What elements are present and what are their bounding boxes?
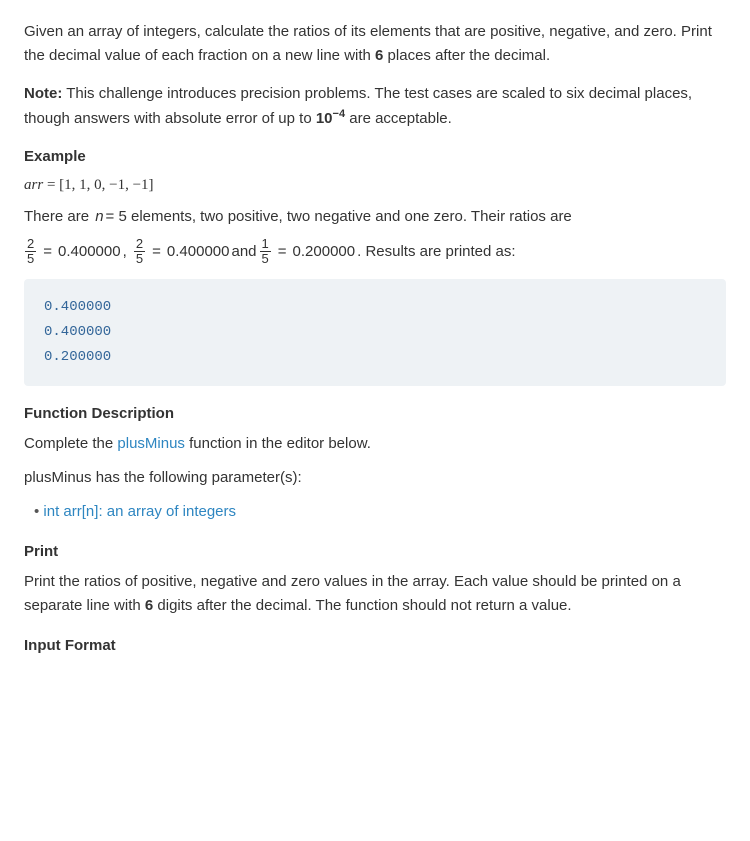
intro-text-part1: Given an array of integers, calculate th…	[24, 23, 712, 64]
print-title: Print	[24, 540, 726, 564]
frac2-den: 5	[134, 252, 145, 266]
equals-1: =	[43, 240, 52, 264]
print-text-part2: digits after the decimal. The function s…	[153, 597, 571, 614]
fractions-line: 2 5 = 0.400000, 2 5 = 0.400000 and 1 5 =…	[24, 237, 726, 267]
arr-label: arr	[24, 177, 43, 193]
code-line-3: 0.200000	[44, 345, 706, 370]
superscript-base: 10	[316, 110, 333, 127]
print-section: Print Print the ratios of positive, nega…	[24, 540, 726, 618]
fraction-2: 2 5	[134, 237, 145, 267]
superscript-exp: −4	[333, 108, 346, 120]
note-superscript: 10−4	[316, 110, 345, 127]
val2: 0.400000	[167, 240, 230, 264]
code-block: 0.400000 0.400000 0.200000	[24, 279, 726, 387]
frac1-den: 5	[25, 252, 36, 266]
input-format-title: Input Format	[24, 634, 726, 658]
function-description-title: Function Description	[24, 402, 726, 426]
params-list: int arr[n]: an array of integers	[24, 500, 726, 524]
note-label: Note:	[24, 85, 62, 102]
plus-minus-link[interactable]: plusMinus	[117, 435, 185, 452]
function-description-section: Function Description Complete the plusMi…	[24, 402, 726, 524]
params-text: plusMinus has the following parameter(s)…	[24, 466, 726, 490]
param-text: int arr[n]: an array of integers	[43, 503, 236, 520]
frac1-num: 2	[25, 237, 36, 252]
intro-text-part2: places after the decimal.	[383, 47, 550, 64]
note-paragraph: Note: This challenge introduces precisio…	[24, 82, 726, 131]
code-line-1: 0.400000	[44, 295, 706, 320]
val3: 0.200000	[293, 240, 356, 264]
frac3-num: 1	[260, 237, 271, 252]
desc-text: There are	[24, 205, 93, 229]
note-text2: are acceptable.	[345, 110, 452, 127]
complete-text-before: Complete the	[24, 435, 117, 452]
equals-2: =	[152, 240, 161, 264]
and-text: and	[232, 240, 257, 264]
n-equals: = 5 elements, two positive, two negative…	[106, 205, 572, 229]
ratios-description: There are n = 5 elements, two positive, …	[24, 205, 726, 229]
frac2-num: 2	[134, 237, 145, 252]
frac3-den: 5	[260, 252, 271, 266]
val1: 0.400000	[58, 240, 121, 264]
n-label: n	[95, 205, 103, 229]
input-format-section: Input Format	[24, 634, 726, 658]
main-content: Given an array of integers, calculate th…	[24, 20, 726, 658]
print-text: Print the ratios of positive, negative a…	[24, 570, 726, 618]
example-arr-line: arr = [1, 1, 0, −1, −1]	[24, 173, 726, 197]
complete-text-after: function in the editor below.	[185, 435, 371, 452]
arr-value: = [1, 1, 0, −1, −1]	[43, 177, 153, 193]
fraction-1: 2 5	[25, 237, 36, 267]
param-type: int arr[n]	[43, 503, 98, 520]
function-description-text: Complete the plusMinus function in the e…	[24, 432, 726, 456]
equals-3: =	[278, 240, 287, 264]
param-item: int arr[n]: an array of integers	[34, 500, 726, 524]
comma-1: ,	[123, 240, 131, 264]
intro-paragraph: Given an array of integers, calculate th…	[24, 20, 726, 68]
print-bold-6: 6	[145, 597, 153, 614]
results-text: . Results are printed as:	[357, 240, 515, 264]
example-section: Example arr = [1, 1, 0, −1, −1] There ar…	[24, 145, 726, 386]
code-line-2: 0.400000	[44, 320, 706, 345]
example-label: Example	[24, 145, 726, 169]
param-desc: : an array of integers	[98, 503, 236, 520]
fraction-3: 1 5	[260, 237, 271, 267]
